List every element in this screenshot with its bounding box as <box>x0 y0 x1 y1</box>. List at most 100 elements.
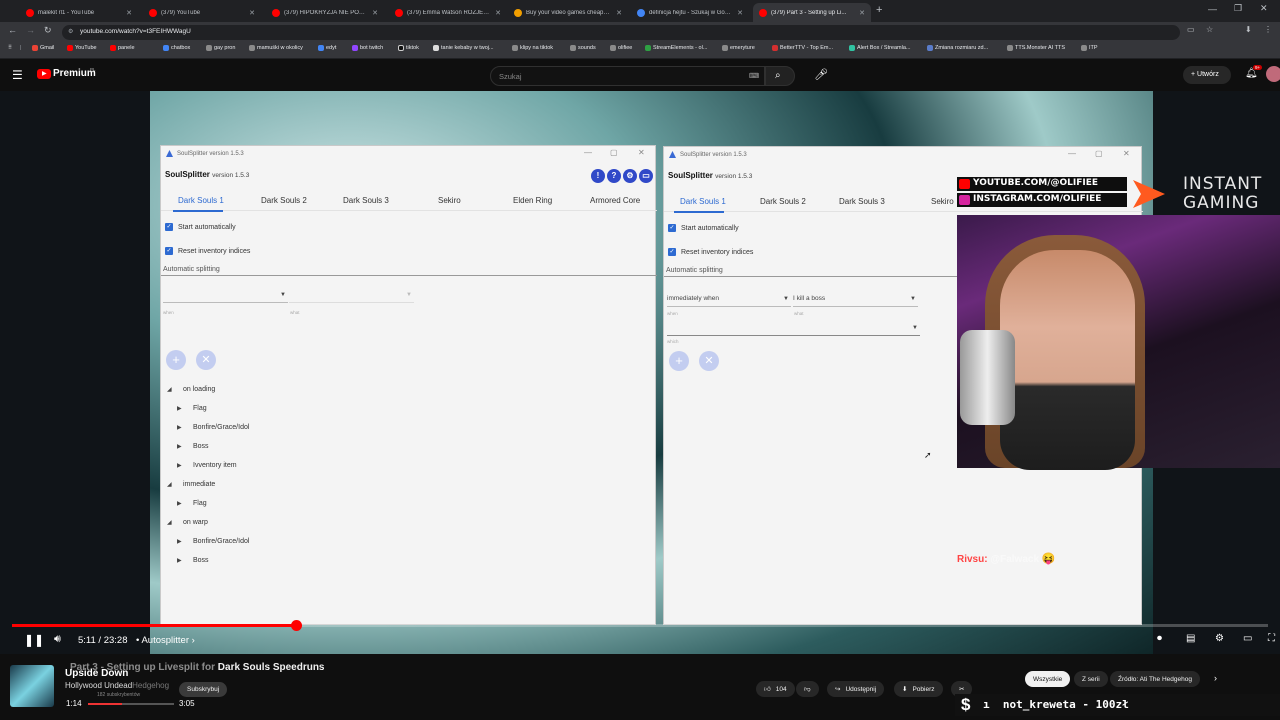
autoplay-toggle[interactable]: ⏺ <box>1157 633 1162 644</box>
subscribe-button[interactable]: Subskrybuj <box>179 682 228 697</box>
bookmark-item[interactable]: sounds <box>570 45 596 51</box>
tab-armored-core[interactable]: Armored Core <box>590 196 640 205</box>
reset-inventory-checkbox[interactable]: ✓ Reset inventory indices <box>668 248 753 256</box>
bookmark-item[interactable]: bot twitch <box>352 45 383 51</box>
album-art-thumbnail[interactable] <box>10 665 54 707</box>
info-icon[interactable]: ! <box>591 169 605 183</box>
dislike-button[interactable]: 👎︎ <box>796 681 819 697</box>
tab-elden-ring[interactable]: Elden Ring <box>513 196 552 205</box>
tab-dark-souls-1[interactable]: Dark Souls 1 <box>178 196 224 205</box>
close-tab-icon[interactable]: ✕ <box>616 9 622 17</box>
close-tab-icon[interactable]: ✕ <box>249 9 255 17</box>
tab-dark-souls-3[interactable]: Dark Souls 3 <box>839 197 885 206</box>
bookmark-star-icon[interactable]: ☆ <box>1206 25 1213 34</box>
browser-tab-active[interactable]: (379) Part 3 - Setting up Li... ✕ <box>753 3 871 22</box>
search-input[interactable]: Szukaj ⌨ <box>490 66 765 86</box>
tree-node[interactable]: ▶ Flag <box>177 405 207 412</box>
start-automatically-checkbox[interactable]: ✓ Start automatically <box>668 224 739 232</box>
back-icon[interactable]: ← <box>8 25 17 35</box>
when-dropdown[interactable]: immediately when ▼ <box>667 295 791 307</box>
window-icon[interactable]: ▭ <box>639 169 653 183</box>
tab-sekiro[interactable]: Sekiro <box>438 196 461 205</box>
keyboard-icon[interactable]: ⌨ <box>749 72 759 80</box>
browser-tab[interactable]: definicja hejtu - Szukaj w Google ✕ <box>631 3 749 22</box>
tree-node[interactable]: ▶ Flag <box>177 500 207 507</box>
start-automatically-checkbox[interactable]: ✓ Start automatically <box>165 223 236 231</box>
tab-dark-souls-3[interactable]: Dark Souls 3 <box>343 196 389 205</box>
bookmark-item[interactable]: edyt <box>318 45 336 51</box>
minimize-icon[interactable]: — <box>1068 149 1076 158</box>
chapter-title[interactable]: • Autosplitter › <box>136 635 195 646</box>
bookmark-item[interactable]: YouTube <box>67 45 97 51</box>
search-button[interactable]: ⌕ <box>765 66 795 86</box>
tree-node[interactable]: ▶ Ivventory item <box>177 462 237 469</box>
volume-icon[interactable]: 🔊︎ <box>54 633 61 646</box>
settings-icon[interactable]: ⚙ <box>623 169 637 183</box>
avatar[interactable] <box>1266 66 1280 82</box>
tab-dark-souls-1[interactable]: Dark Souls 1 <box>680 197 726 206</box>
theater-mode-icon[interactable]: ▭ <box>1243 633 1252 644</box>
tree-node[interactable]: ▶ Bonfire/Grace/Idol <box>177 538 249 545</box>
bookmark-item[interactable]: tiktok <box>398 45 419 51</box>
help-icon[interactable]: ? <box>607 169 621 183</box>
browser-tab[interactable]: (379) HIPOKRYZJA NIE POPŁACA...✕ <box>266 3 384 22</box>
close-tab-icon[interactable]: ✕ <box>126 9 132 17</box>
bookmark-item[interactable]: mamuśki w okolicy <box>249 45 303 51</box>
add-split-button[interactable]: + <box>669 351 689 371</box>
bookmark-item[interactable]: StreamElements - ol... <box>645 45 707 51</box>
close-window-icon[interactable]: ✕ <box>1260 3 1268 14</box>
tree-node[interactable]: ◢ on loading <box>167 386 215 393</box>
bookmark-item[interactable]: panele <box>110 45 135 51</box>
tree-node[interactable]: ▶ Boss <box>177 557 209 564</box>
what-dropdown[interactable]: ▼ <box>289 291 414 303</box>
bookmark-item[interactable]: Alert Box / Streamla... <box>849 45 911 51</box>
close-tab-icon[interactable]: ✕ <box>737 9 743 17</box>
tab-sekiro[interactable]: Sekiro <box>931 197 954 206</box>
bookmark-item[interactable]: gay pron <box>206 45 235 51</box>
filter-chip-all[interactable]: Wszystkie <box>1025 671 1071 687</box>
what-dropdown[interactable]: I kill a boss ▼ <box>793 295 918 307</box>
filter-chip-series[interactable]: Z serii <box>1074 671 1108 687</box>
maximize-window-icon[interactable]: ❐ <box>1234 3 1242 14</box>
filter-chip-source[interactable]: Źródło: Ati The Hedgehog <box>1110 671 1200 687</box>
chevron-right-icon[interactable]: › <box>1214 673 1217 683</box>
like-button[interactable]: 👍︎ 104 <box>756 681 795 697</box>
tree-node[interactable]: ◢ immediate <box>167 481 215 488</box>
download-button[interactable]: ⬇ Pobierz <box>894 681 943 697</box>
tab-dark-souls-2[interactable]: Dark Souls 2 <box>760 197 806 206</box>
remove-split-button[interactable]: ✕ <box>699 351 719 371</box>
bookmark-item[interactable]: ITP <box>1081 45 1098 51</box>
add-split-button[interactable]: + <box>166 350 186 370</box>
settings-gear-icon[interactable]: ⚙ <box>1215 633 1224 644</box>
voice-search-icon[interactable]: 🎤︎ <box>814 68 828 81</box>
close-tab-icon[interactable]: ✕ <box>372 9 378 17</box>
minimize-icon[interactable]: — <box>584 148 592 157</box>
maximize-icon[interactable]: ▢ <box>610 148 618 157</box>
which-dropdown[interactable]: ▼ <box>667 324 920 336</box>
bookmark-item[interactable]: Zmiana rozmiaru zd... <box>927 45 988 51</box>
tab-dark-souls-2[interactable]: Dark Souls 2 <box>261 196 307 205</box>
browser-tab[interactable]: malekit rl1 - YouTube ✕ <box>20 3 138 22</box>
tree-node[interactable]: ◢ on warp <box>167 519 208 526</box>
apps-grid-icon[interactable]: ⠿ <box>8 45 12 51</box>
bookmark-item[interactable]: Gmail <box>32 45 54 51</box>
bookmark-item[interactable]: tanie kebaby w twoj... <box>433 45 494 51</box>
youtube-logo-icon[interactable]: ▶ <box>37 69 51 79</box>
tree-node[interactable]: ▶ Boss <box>177 443 209 450</box>
browser-tab[interactable]: Buy your video games cheaper... ✕ <box>508 3 628 22</box>
browser-tab[interactable]: (379) YouTube ✕ <box>143 3 261 22</box>
progress-scrubber-handle[interactable] <box>290 620 302 631</box>
reset-inventory-checkbox[interactable]: ✓ Reset inventory indices <box>165 247 250 255</box>
menu-kebab-icon[interactable]: ⋮ <box>1264 25 1272 34</box>
tree-node[interactable]: ▶ Bonfire/Grace/Idol <box>177 424 249 431</box>
bookmark-item[interactable]: chatbox <box>163 45 190 51</box>
bookmark-item[interactable]: olifiee <box>610 45 632 51</box>
minimize-window-icon[interactable]: — <box>1208 4 1217 14</box>
when-dropdown[interactable]: ▼ <box>163 291 288 303</box>
bookmark-item[interactable]: TTS.Monster AI TTS <box>1007 45 1065 51</box>
hamburger-menu-icon[interactable]: ☰ <box>12 68 23 82</box>
bookmark-item[interactable]: BetterTTV - Top Em... <box>772 45 833 51</box>
site-info-icon[interactable]: ⚙ <box>68 28 73 35</box>
close-tab-icon[interactable]: ✕ <box>495 9 501 17</box>
cast-icon[interactable]: ▭ <box>1187 25 1195 34</box>
